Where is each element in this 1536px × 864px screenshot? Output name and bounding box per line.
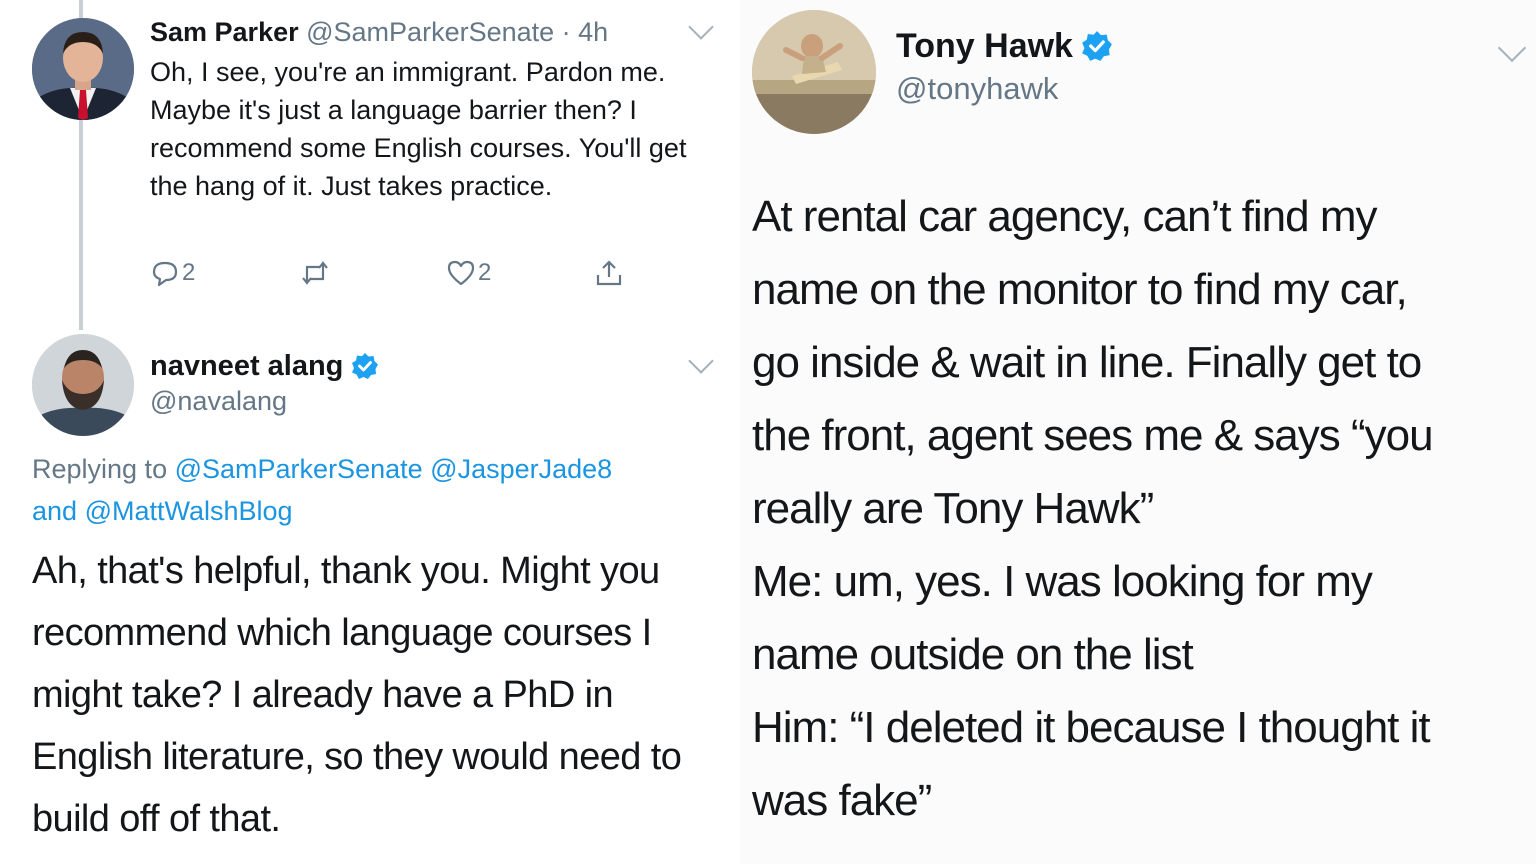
sam-parker-header: Sam Parker @SamParkerSenate · 4h	[150, 15, 608, 49]
navneet-alang-name-row: navneet alang	[150, 348, 379, 384]
tony-hawk-name-row: Tony Hawk	[896, 26, 1113, 66]
like-button[interactable]: 2	[446, 256, 491, 290]
mention-link[interactable]: @JasperJade8	[430, 454, 612, 484]
like-count: 2	[478, 259, 492, 286]
tony-hawk-avatar[interactable]	[752, 10, 876, 134]
tweet-line: Him: “I deleted it because I thought it	[752, 703, 1431, 752]
tweet-line: the front, agent sees me & says “you	[752, 411, 1434, 460]
mention-link[interactable]: @SamParkerSenate	[175, 454, 423, 484]
replying-to-line: Replying to @SamParkerSenate @JasperJade…	[32, 448, 712, 532]
navneet-alang-tweet-text: Ah, that's helpful, thank you. Might you…	[32, 550, 682, 840]
avatar-bearded-man-icon	[32, 334, 134, 436]
retweet-button[interactable]	[300, 256, 330, 290]
tweet-line: name outside on the list	[752, 630, 1194, 679]
share-icon	[596, 260, 622, 286]
mention-link[interactable]: @MattWalshBlog	[85, 496, 293, 526]
sam-parker-menu-chevron-icon[interactable]	[688, 14, 714, 40]
tweet-line: name on the monitor to find my car,	[752, 265, 1408, 314]
reply-count: 2	[182, 259, 196, 286]
tweet-line: really are Tony Hawk”	[752, 484, 1154, 533]
replying-and: and	[32, 496, 78, 526]
sam-parker-avatar[interactable]	[32, 18, 134, 120]
navneet-alang-name[interactable]: navneet alang	[150, 348, 343, 384]
tony-hawk-tweet-text: At rental car agency, can’t find my name…	[752, 180, 1532, 837]
tweet-line: At rental car agency, can’t find my	[752, 192, 1377, 241]
reply-button[interactable]: 2	[150, 256, 195, 290]
navneet-alang-handle[interactable]: @navalang	[150, 384, 287, 418]
tony-hawk-handle[interactable]: @tonyhawk	[896, 70, 1058, 108]
avatar-skateboarder-icon	[752, 10, 876, 134]
share-button[interactable]	[594, 256, 624, 290]
left-thread-panel: Sam Parker @SamParkerSenate · 4h Oh, I s…	[0, 0, 740, 864]
replying-to-prefix: Replying to	[32, 454, 168, 484]
tweet-line: was fake”	[752, 776, 932, 825]
verified-badge-icon	[352, 353, 379, 379]
tony-hawk-tweet-panel: Tony Hawk @tonyhawk At rental car agency…	[740, 0, 1536, 864]
sam-parker-tweet-text: Oh, I see, you're an immigrant. Pardon m…	[150, 57, 687, 201]
reply-icon	[152, 261, 178, 287]
retweet-icon	[302, 261, 328, 285]
verified-badge-icon	[1082, 31, 1112, 61]
tweet-line: go inside & wait in line. Finally get to	[752, 338, 1422, 387]
sam-parker-name[interactable]: Sam Parker	[150, 17, 299, 47]
tony-hawk-name[interactable]: Tony Hawk	[896, 26, 1073, 66]
navneet-alang-menu-chevron-icon[interactable]	[688, 348, 714, 374]
tony-hawk-menu-chevron-icon[interactable]	[1497, 33, 1527, 63]
tweet-line: Me: um, yes. I was looking for my	[752, 557, 1373, 606]
heart-icon	[447, 260, 475, 286]
navneet-alang-avatar[interactable]	[32, 334, 134, 436]
sam-parker-handle[interactable]: @SamParkerSenate	[306, 17, 554, 47]
avatar-man-in-suit-icon	[32, 18, 134, 120]
sam-parker-timestamp[interactable]: · 4h	[562, 17, 609, 47]
